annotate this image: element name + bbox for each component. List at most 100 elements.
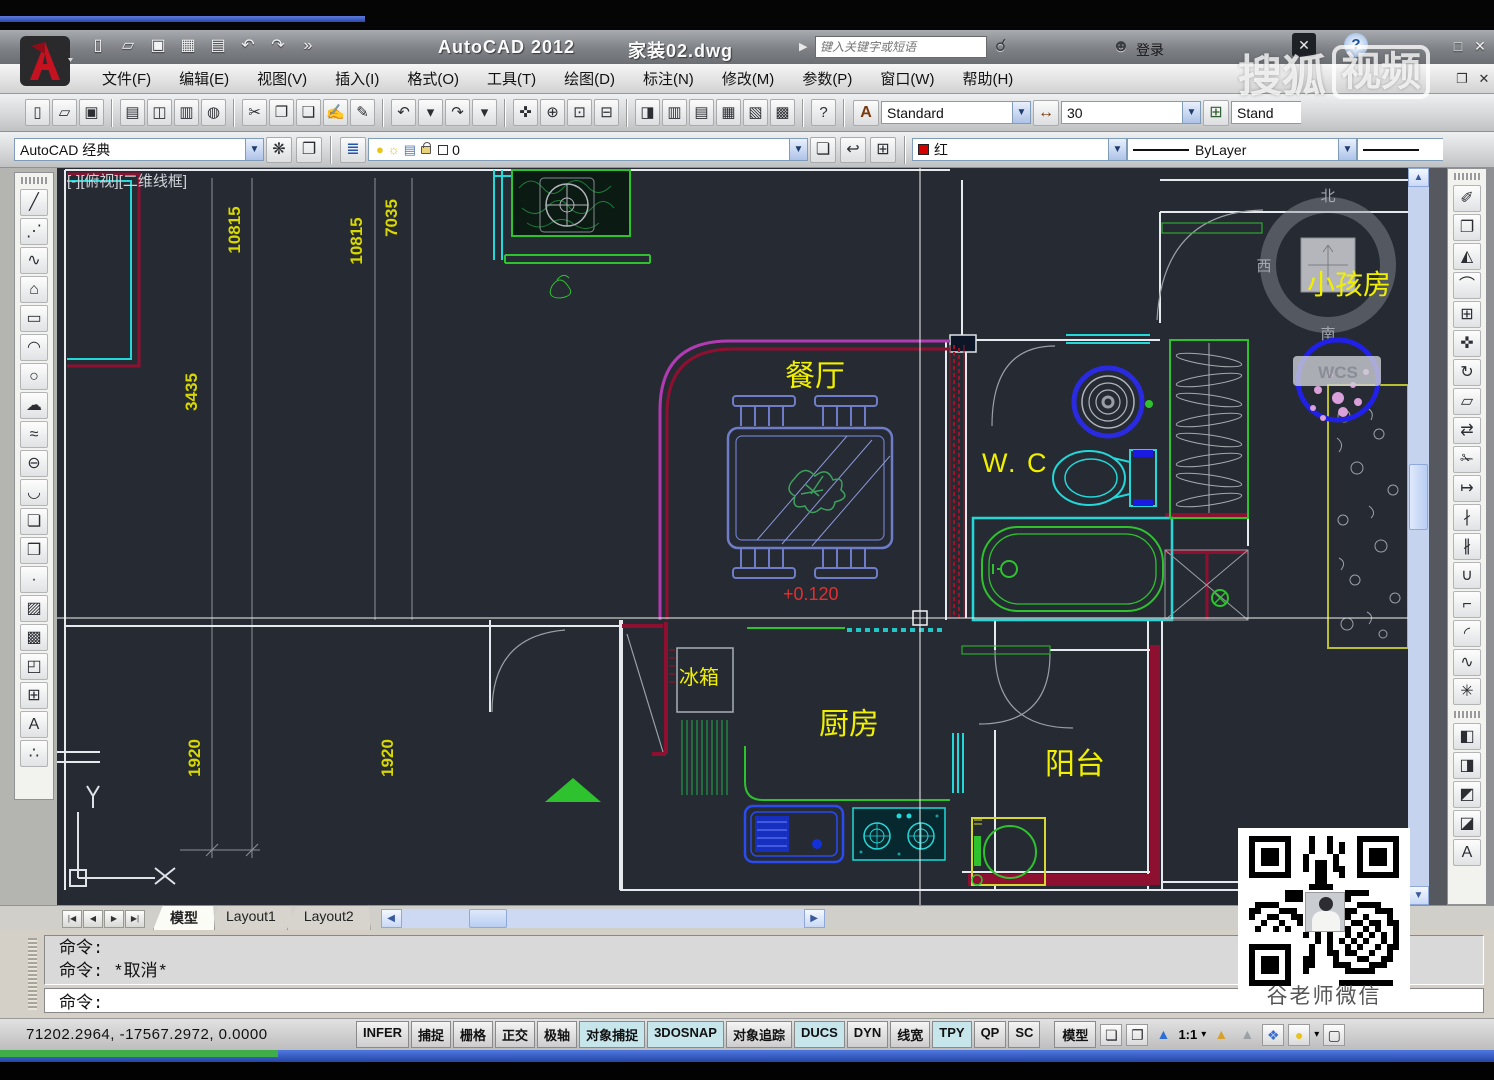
explode-icon[interactable]: ✳: [1453, 678, 1481, 705]
bring-to-front-icon[interactable]: ◧: [1453, 723, 1481, 750]
status-toggle-snap[interactable]: 捕捉: [411, 1021, 451, 1048]
save-icon[interactable]: ▣: [146, 34, 170, 58]
menu-item-3[interactable]: 插入(I): [321, 64, 393, 93]
new-file-icon[interactable]: ▯: [86, 34, 110, 58]
toolbar-grip[interactable]: [21, 177, 47, 184]
layout-tab-1[interactable]: Layout1: [209, 905, 293, 930]
stretch-icon[interactable]: ⇄: [1453, 417, 1481, 444]
layer-color-swatch[interactable]: [438, 145, 448, 155]
text-style-dropdown[interactable]: Standard ▼: [881, 101, 1031, 124]
new-file-icon[interactable]: ▯: [25, 99, 50, 126]
scroll-up-icon[interactable]: ▲: [1408, 168, 1429, 187]
workspace-frame-icon[interactable]: ❐: [296, 137, 322, 163]
workspace-dropdown[interactable]: AutoCAD 经典 ▼: [14, 138, 264, 161]
status-toggle-ducs[interactable]: DUCS: [794, 1021, 845, 1048]
layout-icon[interactable]: ❏: [1100, 1024, 1122, 1046]
trim-icon[interactable]: ✁: [1453, 446, 1481, 473]
divide-icon[interactable]: ∴: [20, 740, 48, 767]
print-icon[interactable]: ▤: [120, 99, 145, 126]
layer-states-icon[interactable]: ⊞: [870, 137, 896, 163]
chevron-down-icon[interactable]: ▼: [1012, 102, 1030, 123]
viewport-controls-label[interactable]: [-][俯视][二维线框]: [67, 173, 187, 190]
send-under-objects-icon[interactable]: ◪: [1453, 810, 1481, 837]
offset-icon[interactable]: ⌒: [1453, 272, 1481, 299]
blend-curves-icon[interactable]: ∿: [1453, 649, 1481, 676]
chevron-down-icon[interactable]: ▼: [1108, 139, 1126, 160]
menu-item-4[interactable]: 格式(O): [393, 64, 473, 93]
mirror-icon[interactable]: ◭: [1453, 243, 1481, 270]
array-icon[interactable]: ⊞: [1453, 301, 1481, 328]
create-block-icon[interactable]: ❒: [20, 537, 48, 564]
scrollbar-thumb[interactable]: [469, 909, 507, 928]
undo-icon[interactable]: ↶: [391, 99, 416, 126]
match-properties-icon[interactable]: ✍: [323, 99, 348, 126]
model-space-button[interactable]: 模型: [1054, 1021, 1096, 1048]
help-icon[interactable]: ?: [1344, 33, 1368, 57]
layer-dropdown[interactable]: ● ☼ ▤ 0 ▼: [368, 138, 808, 161]
quickview-layouts-icon[interactable]: ❐: [1126, 1024, 1148, 1046]
multiline-text-icon[interactable]: A: [20, 711, 48, 738]
autocad-logo-icon[interactable]: [18, 32, 76, 90]
annotation-scale-icon[interactable]: ▲: [1152, 1024, 1174, 1046]
chevron-down-icon[interactable]: ▼: [245, 139, 263, 160]
rectangle-icon[interactable]: ▭: [20, 305, 48, 332]
dim-style-icon[interactable]: ↔: [1033, 100, 1059, 126]
redo-icon[interactable]: ↷: [266, 34, 290, 58]
send-to-back-icon[interactable]: ◨: [1453, 752, 1481, 779]
status-toggle-3dosnap[interactable]: 3DOSNAP: [647, 1021, 724, 1048]
ellipse-icon[interactable]: ⊖: [20, 450, 48, 477]
menu-item-1[interactable]: 编辑(E): [165, 64, 243, 93]
clean-screen-icon[interactable]: ▢: [1323, 1024, 1345, 1046]
viewcube-west[interactable]: 西: [1256, 258, 1271, 275]
plot-icon[interactable]: ▥: [174, 99, 199, 126]
canvas-vertical-scrollbar[interactable]: ▲ ▼: [1408, 168, 1429, 905]
status-toggle-grid[interactable]: 栅格: [453, 1021, 493, 1048]
autoscale-icon[interactable]: ▲: [1210, 1024, 1232, 1046]
chevron-down-icon[interactable]: ▾: [1314, 1029, 1319, 1040]
ellipse-arc-icon[interactable]: ◡: [20, 479, 48, 506]
dim-style-dropdown[interactable]: 30 ▼: [1061, 101, 1201, 124]
status-toggle-otrack[interactable]: 对象追踪: [726, 1021, 792, 1048]
status-toggle-tpy[interactable]: TPY: [932, 1021, 971, 1048]
status-toggle-infer[interactable]: INFER: [356, 1021, 409, 1048]
open-file-icon[interactable]: ▱: [52, 99, 77, 126]
tool-palettes-icon[interactable]: ▤: [689, 99, 714, 126]
region-icon[interactable]: ◰: [20, 653, 48, 680]
toolbar-grip[interactable]: [1454, 711, 1480, 718]
construction-line-icon[interactable]: ⋰: [20, 218, 48, 245]
undo-icon[interactable]: ↶: [236, 34, 260, 58]
tab-nav-button-0[interactable]: |◀: [62, 910, 82, 928]
scroll-down-icon[interactable]: ▼: [1408, 886, 1429, 905]
video-close-icon[interactable]: ✕: [1292, 33, 1316, 57]
menu-item-6[interactable]: 绘图(D): [550, 64, 629, 93]
chevron-down-icon[interactable]: ▼: [1338, 139, 1356, 160]
quickcalc-icon[interactable]: ▩: [770, 99, 795, 126]
save-icon[interactable]: ▣: [79, 99, 104, 126]
layer-freeze-sun-icon[interactable]: ☼: [388, 142, 400, 157]
properties-icon[interactable]: ◨: [635, 99, 660, 126]
workspace-switching-icon[interactable]: ❖: [1262, 1024, 1284, 1046]
bring-above-objects-icon[interactable]: ◩: [1453, 781, 1481, 808]
redo-icon[interactable]: ↷: [445, 99, 470, 126]
login-link[interactable]: 登录: [1136, 40, 1164, 60]
layout-tab-0[interactable]: 模型: [153, 905, 215, 930]
cut-icon[interactable]: ✂: [242, 99, 267, 126]
table-icon[interactable]: ⊞: [20, 682, 48, 709]
linetype-dropdown[interactable]: ByLayer ▼: [1127, 138, 1357, 161]
redo-dropdown-icon[interactable]: ▾: [472, 99, 497, 126]
join-icon[interactable]: ∪: [1453, 562, 1481, 589]
pan-icon[interactable]: ✜: [513, 99, 538, 126]
copy-icon[interactable]: ❐: [269, 99, 294, 126]
chevron-down-icon[interactable]: ▾: [1201, 1029, 1206, 1040]
table-style-dropdown[interactable]: Stand: [1231, 101, 1301, 124]
scroll-left-icon[interactable]: ◀: [381, 909, 402, 928]
table-style-icon[interactable]: ⊞: [1203, 100, 1229, 126]
line-icon[interactable]: ╱: [20, 189, 48, 216]
rotate-icon[interactable]: ↻: [1453, 359, 1481, 386]
menu-item-10[interactable]: 窗口(W): [866, 64, 948, 93]
layer-properties-manager-icon[interactable]: ≣: [340, 137, 366, 163]
extend-icon[interactable]: ↦: [1453, 475, 1481, 502]
restore-button[interactable]: □: [1448, 36, 1468, 56]
layer-lock-icon[interactable]: [421, 146, 431, 154]
layer-plot-icon[interactable]: ▤: [404, 142, 416, 158]
